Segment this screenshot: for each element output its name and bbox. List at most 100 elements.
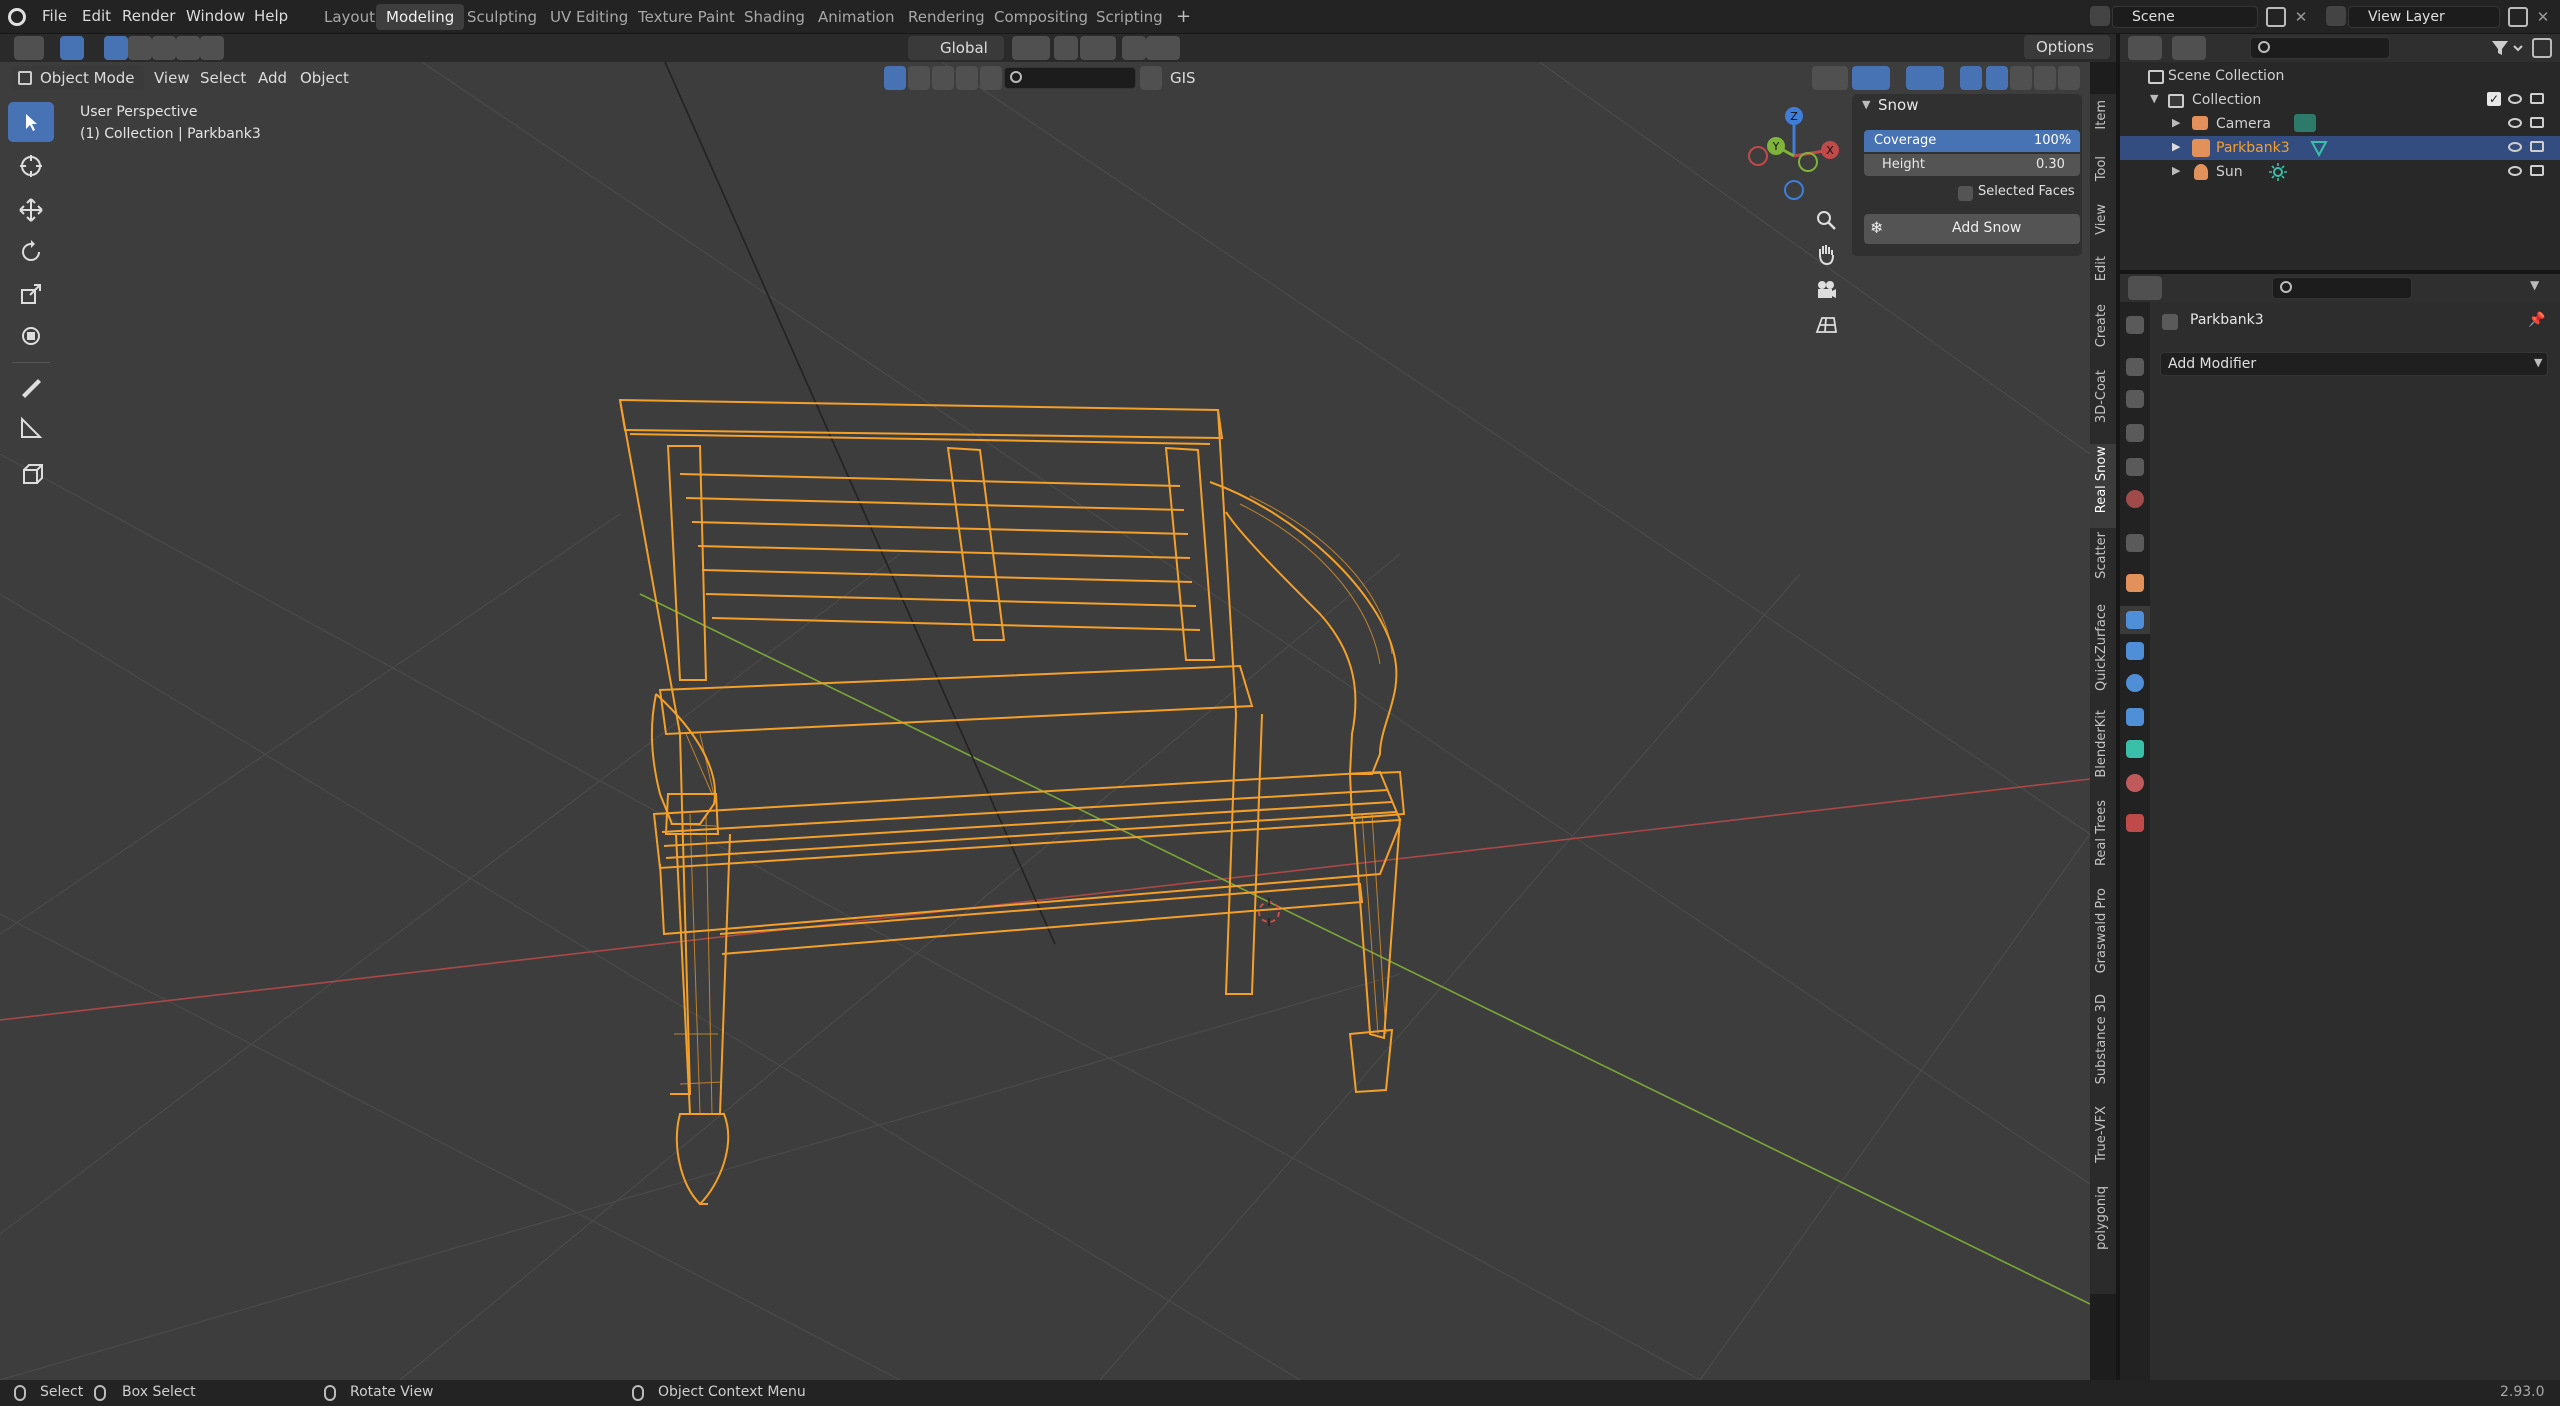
pivot-point-icon[interactable] xyxy=(1012,36,1050,60)
parkbank-render-icon[interactable] xyxy=(2530,141,2544,152)
scene-icon[interactable] xyxy=(2090,6,2110,26)
properties-editor-type-icon[interactable] xyxy=(2128,276,2162,300)
sidebar-tab-create[interactable]: Create xyxy=(2094,304,2114,347)
shading-rendered-icon[interactable] xyxy=(2058,66,2080,90)
tab-scripting[interactable]: Scripting xyxy=(1086,4,1173,30)
sidebar-tab-3d-coat[interactable]: 3D-Coat xyxy=(2094,370,2114,423)
sidebar-tab-quickzurface[interactable]: QuickZurface xyxy=(2094,604,2114,691)
sun-data-icon[interactable] xyxy=(2268,162,2288,182)
collection-exclude-checkbox[interactable]: ✓ xyxy=(2487,92,2501,106)
selected-faces-checkbox[interactable] xyxy=(1958,186,1973,201)
sidebar-tab-tool[interactable]: Tool xyxy=(2094,156,2114,181)
filter-light-icon[interactable] xyxy=(956,66,978,90)
view-layer-properties-icon[interactable] xyxy=(2126,424,2144,442)
tab-compositing[interactable]: Compositing xyxy=(984,4,1098,30)
pin-icon[interactable]: 📌 xyxy=(2528,312,2545,328)
visibility-icon[interactable] xyxy=(1812,66,1848,90)
menu-window[interactable]: Window xyxy=(186,0,245,34)
ortho-grid-icon[interactable] xyxy=(1814,312,1838,336)
sidebar-tab-true-vfx[interactable]: True-VFX xyxy=(2094,1106,2114,1163)
overlay-toggle-icon[interactable] xyxy=(1906,66,1944,90)
menu-help[interactable]: Help xyxy=(254,0,288,34)
sidebar-tab-real-trees[interactable]: Real Trees xyxy=(2094,800,2114,866)
tool-add-cube[interactable] xyxy=(8,454,54,494)
mesh-data-properties-icon[interactable] xyxy=(2126,740,2144,758)
render-properties-icon[interactable] xyxy=(2126,358,2144,376)
outliner-row-selected[interactable] xyxy=(2120,136,2560,160)
panel-collapse-icon[interactable]: ▼ xyxy=(1862,98,1870,111)
outliner-editor-type-icon[interactable] xyxy=(2128,36,2162,60)
menu-object[interactable]: Object xyxy=(296,66,353,90)
close-scene-icon[interactable]: ✕ xyxy=(2292,7,2310,27)
gis-menu[interactable]: GIS xyxy=(1166,66,1200,90)
sidebar-tab-edit[interactable]: Edit xyxy=(2094,256,2114,281)
tool-rotate[interactable] xyxy=(8,232,54,272)
menu-add[interactable]: Add xyxy=(254,66,291,90)
editor-type-icon[interactable] xyxy=(14,36,44,60)
sun-render-icon[interactable] xyxy=(2530,165,2544,176)
properties-options-icon[interactable]: ▼ xyxy=(2530,278,2539,292)
tab-rendering[interactable]: Rendering xyxy=(898,4,995,30)
tool-measure[interactable] xyxy=(8,408,54,448)
tool-cursor[interactable] xyxy=(8,146,54,186)
gis-icon[interactable] xyxy=(1140,66,1162,90)
constraints-icon[interactable] xyxy=(2126,708,2144,726)
collection-expand-icon[interactable]: ▼ xyxy=(2150,92,2158,105)
tab-texture-paint[interactable]: Texture Paint xyxy=(628,4,745,30)
parkbank-expand-icon[interactable]: ▶ xyxy=(2172,140,2180,153)
sidebar-tab-item[interactable]: Item xyxy=(2094,100,2114,130)
snap-to-icon[interactable] xyxy=(1080,36,1116,60)
select-subtract-icon[interactable] xyxy=(152,36,176,60)
select-extend-icon[interactable] xyxy=(128,36,152,60)
add-workspace-button[interactable]: + xyxy=(1166,4,1201,30)
shading-solid-icon[interactable] xyxy=(2010,66,2032,90)
xray-toggle-icon[interactable] xyxy=(1960,66,1982,90)
world-properties-icon[interactable] xyxy=(2126,490,2144,508)
scene-properties-icon[interactable] xyxy=(2126,458,2144,476)
menu-edit[interactable]: Edit xyxy=(82,0,111,34)
tool-scale[interactable] xyxy=(8,274,54,314)
camera-data-icon[interactable] xyxy=(2294,114,2316,132)
outliner-item-camera[interactable]: Camera xyxy=(2216,112,2271,136)
falloff-icon[interactable] xyxy=(1146,36,1180,60)
tab-layout[interactable]: Layout xyxy=(314,4,385,30)
outliner-display-mode-icon[interactable] xyxy=(2172,36,2206,60)
camera-expand-icon[interactable]: ▶ xyxy=(2172,116,2180,129)
snap-toggle-icon[interactable] xyxy=(1054,36,1078,60)
mesh-data-icon[interactable] xyxy=(2310,139,2328,157)
sun-eye-icon[interactable] xyxy=(2508,166,2522,176)
properties-search-input[interactable] xyxy=(2272,277,2412,299)
material-properties-icon[interactable] xyxy=(2126,774,2144,792)
select-tool-icon[interactable] xyxy=(60,36,84,60)
sidebar-tab-substance-3d[interactable]: Substance 3D xyxy=(2094,994,2114,1084)
tool-move[interactable] xyxy=(8,190,54,230)
scene-collection-label[interactable]: Scene Collection xyxy=(2168,64,2284,88)
particles-icon[interactable] xyxy=(2126,642,2144,660)
copy-scene-icon[interactable] xyxy=(2266,7,2286,27)
proportional-edit-icon[interactable] xyxy=(1122,36,1146,60)
sidebar-tab-scatter[interactable]: Scatter xyxy=(2094,532,2114,579)
sidebar-tab-polygoniq[interactable]: polygoniq xyxy=(2094,1186,2114,1250)
copy-view-layer-icon[interactable] xyxy=(2508,7,2528,27)
collection-label[interactable]: Collection xyxy=(2192,88,2261,112)
texture-properties-icon[interactable] xyxy=(2126,814,2144,832)
camera-render-icon[interactable] xyxy=(2530,117,2544,128)
viewport-search-input[interactable] xyxy=(1004,67,1136,89)
camera-view-icon[interactable] xyxy=(1814,278,1838,302)
parkbank-eye-icon[interactable] xyxy=(2508,142,2522,152)
pan-hand-icon[interactable] xyxy=(1814,242,1838,266)
camera-eye-icon[interactable] xyxy=(2508,118,2522,128)
outliner-search-input[interactable] xyxy=(2250,37,2390,59)
sidebar-tab-real-snow[interactable]: Real Snow xyxy=(2094,446,2114,513)
menu-file[interactable]: File xyxy=(42,0,67,34)
new-collection-icon[interactable] xyxy=(2532,38,2552,58)
menu-view[interactable]: View xyxy=(150,66,194,90)
tool-transform[interactable] xyxy=(8,316,54,356)
3d-viewport[interactable] xyxy=(0,34,2090,1380)
shading-wireframe-icon[interactable] xyxy=(1986,66,2008,90)
tool-annotate[interactable] xyxy=(8,366,54,406)
sidebar-tab-blenderkit[interactable]: BlenderKit xyxy=(2094,710,2114,778)
select-new-icon[interactable] xyxy=(104,36,128,60)
gizmo-toggle-icon[interactable] xyxy=(1852,66,1890,90)
collection-eye-icon[interactable] xyxy=(2508,94,2522,104)
